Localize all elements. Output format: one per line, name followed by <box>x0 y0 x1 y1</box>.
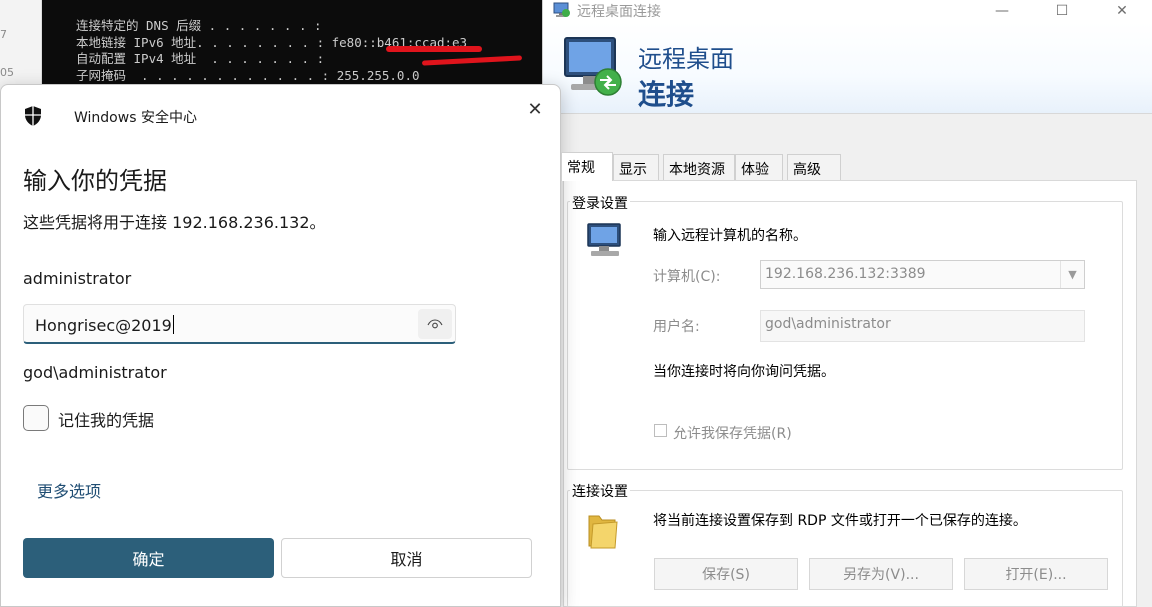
monitor-connect-icon <box>564 37 622 96</box>
reveal-password-button[interactable] <box>418 309 452 339</box>
remote-desktop-icon <box>553 2 570 17</box>
minimize-button[interactable]: — <box>979 0 1025 22</box>
computer-icon <box>587 223 621 256</box>
maximize-button[interactable]: ☐ <box>1039 0 1085 22</box>
redaction-mark <box>421 55 523 66</box>
username-field: god\administrator <box>760 310 1085 342</box>
strip-text: 05 <box>0 66 14 79</box>
shield-icon <box>25 106 41 126</box>
terminal-line: 子网掩码 . . . . . . . . . . . . : 255.255.0… <box>76 68 420 83</box>
save-as-button[interactable]: 另存为(V)... <box>809 558 953 590</box>
close-button[interactable]: ✕ <box>1099 0 1145 22</box>
allow-save-credentials-label: 允许我保存凭据(R) <box>673 426 792 442</box>
allow-save-credentials-checkbox[interactable] <box>654 424 667 437</box>
rdp-window-title: 远程桌面连接 <box>577 4 661 20</box>
dialog-app-name: Windows 安全中心 <box>74 110 197 126</box>
tab-experience[interactable]: 体验 <box>735 154 783 181</box>
tab-advanced[interactable]: 高级 <box>787 154 841 181</box>
tab-general[interactable]: 常规 <box>561 152 613 181</box>
rdp-banner: 远程桌面 连接 <box>543 22 1152 114</box>
redaction-mark <box>386 46 482 52</box>
background-window-strip: 7 05 <box>0 0 42 90</box>
tab-display[interactable]: 显示 <box>613 154 659 181</box>
computer-label: 计算机(C): <box>653 269 721 285</box>
connection-settings-title: 连接设置 <box>570 481 630 501</box>
tab-local-resources[interactable]: 本地资源 <box>663 154 735 181</box>
terminal-line: 自动配置 IPv4 地址 . . . . . . . : <box>76 51 325 66</box>
connection-instruction: 将当前连接设置保存到 RDP 文件或打开一个已保存的连接。 <box>653 513 1027 529</box>
strip-text: 7 <box>0 28 7 41</box>
computer-value: 192.168.236.132:3389 <box>765 266 926 282</box>
terminal-line: 连接特定的 DNS 后缀 . . . . . . . : <box>76 18 322 33</box>
remember-credentials-label[interactable]: 记住我的凭据 <box>58 407 154 431</box>
chevron-down-icon[interactable]: ▼ <box>1060 261 1084 288</box>
account-username: administrator <box>23 269 132 288</box>
rdp-titlebar: 远程桌面连接 — ☐ ✕ <box>543 0 1152 22</box>
remember-credentials-checkbox[interactable] <box>23 405 49 431</box>
close-icon[interactable]: ✕ <box>521 95 549 123</box>
save-button[interactable]: 保存(S) <box>654 558 798 590</box>
dialog-subtitle: 这些凭据将用于连接 192.168.236.132。 <box>23 213 326 232</box>
folder-icon <box>588 515 618 549</box>
ok-button[interactable]: 确定 <box>23 538 274 578</box>
password-value: Hongrisec@2019 <box>35 316 172 335</box>
cancel-button[interactable]: 取消 <box>281 538 532 578</box>
username-label: 用户名: <box>653 319 700 335</box>
domain-username: god\administrator <box>23 363 167 382</box>
login-instruction: 输入远程计算机的名称。 <box>653 228 807 244</box>
dialog-heading: 输入你的凭据 <box>23 167 167 195</box>
terminal-window: 连接特定的 DNS 后缀 . . . . . . . : 本地链接 IPv6 地… <box>42 0 542 90</box>
login-settings-title: 登录设置 <box>570 193 630 213</box>
banner-title-line2: 连接 <box>638 78 695 111</box>
password-input[interactable]: Hongrisec@2019 <box>23 304 456 344</box>
username-value: god\administrator <box>765 316 891 332</box>
windows-security-dialog: Windows 安全中心 ✕ 输入你的凭据 这些凭据将用于连接 192.168.… <box>0 84 561 607</box>
more-options-link[interactable]: 更多选项 <box>37 478 101 502</box>
text-caret <box>172 315 174 334</box>
banner-title-line1: 远程桌面 <box>638 45 734 73</box>
open-button[interactable]: 打开(E)... <box>964 558 1108 590</box>
eye-icon <box>427 319 443 329</box>
credential-prompt-note: 当你连接时将向你询问凭据。 <box>653 364 835 380</box>
remote-desktop-window: 远程桌面连接 — ☐ ✕ 远程桌面 连接 常规 显示 本地资源 体验 高级 登录… <box>542 0 1152 607</box>
computer-combobox[interactable]: 192.168.236.132:3389 ▼ <box>760 260 1085 289</box>
